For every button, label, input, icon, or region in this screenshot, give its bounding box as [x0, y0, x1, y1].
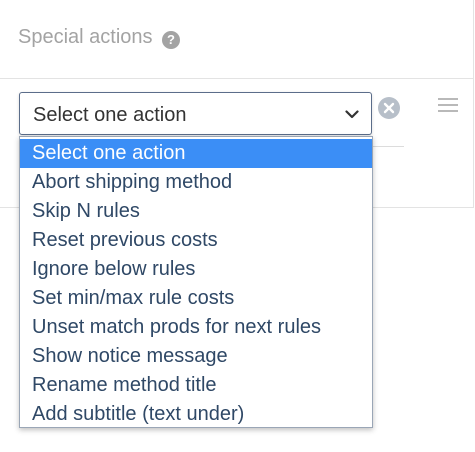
dropdown-option-show-notice-message[interactable]: Show notice message	[20, 342, 372, 371]
action-select[interactable]: Select one action	[19, 92, 372, 135]
dropdown-option-unset-match-prods[interactable]: Unset match prods for next rules	[20, 313, 372, 342]
chevron-down-icon	[345, 110, 359, 119]
action-dropdown-list: Select one action Abort shipping method …	[19, 136, 373, 428]
dropdown-option-set-min-max-rule-costs[interactable]: Set min/max rule costs	[20, 284, 372, 313]
action-select-value: Select one action	[33, 104, 187, 126]
dropdown-option-add-subtitle[interactable]: Add subtitle (text under)	[20, 400, 372, 429]
panel-header: Special actions ?	[0, 0, 473, 79]
dropdown-option-reset-previous-costs[interactable]: Reset previous costs	[20, 226, 372, 255]
row-divider	[372, 146, 404, 147]
dropdown-option-select-one-action[interactable]: Select one action	[20, 139, 372, 168]
panel-title: Special actions	[18, 26, 153, 48]
dropdown-option-skip-n-rules[interactable]: Skip N rules	[20, 197, 372, 226]
dropdown-option-ignore-below-rules[interactable]: Ignore below rules	[20, 255, 372, 284]
dropdown-option-abort-shipping-method[interactable]: Abort shipping method	[20, 168, 372, 197]
help-icon[interactable]: ?	[162, 31, 180, 49]
drag-handle-icon[interactable]	[438, 98, 458, 112]
dropdown-option-rename-method-title[interactable]: Rename method title	[20, 371, 372, 400]
remove-action-icon[interactable]	[378, 97, 400, 119]
